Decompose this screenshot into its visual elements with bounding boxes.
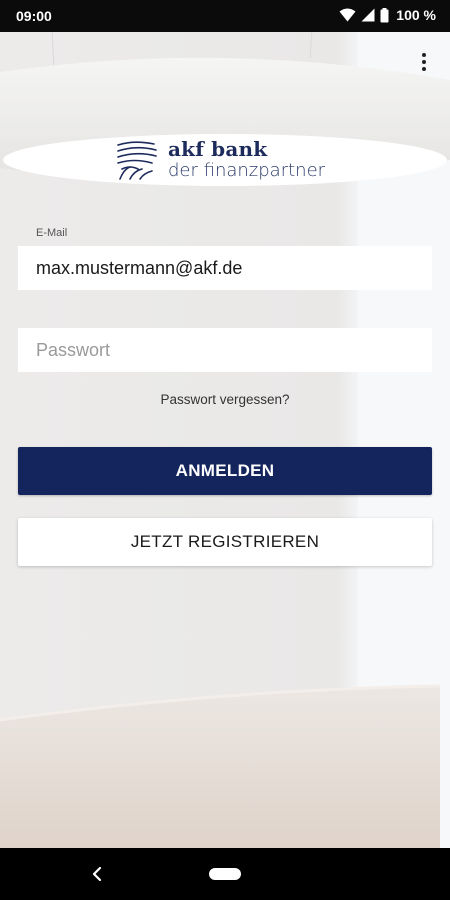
password-field[interactable] [18, 328, 432, 372]
email-field-container [18, 246, 432, 290]
register-button[interactable]: JETZT REGISTRIEREN [18, 518, 432, 566]
akf-bank-logo: akf bank der finanzpartner [116, 136, 325, 186]
logo-name: akf bank [168, 137, 268, 161]
menu-dot [422, 60, 426, 64]
battery-percentage: 100 % [396, 7, 436, 23]
logo-wordmark: akf bank der finanzpartner [168, 136, 325, 180]
forgot-password-link[interactable]: Passwort vergessen? [0, 392, 450, 407]
email-label: E-Mail [36, 227, 68, 239]
navigation-bar [0, 848, 450, 900]
status-bar: 09:00 100 % [0, 0, 450, 32]
back-icon[interactable] [88, 864, 108, 884]
akf-logo-mark-icon [117, 141, 157, 180]
cell-signal-icon [361, 8, 375, 22]
login-button[interactable]: ANMELDEN [18, 447, 432, 495]
status-time: 09:00 [16, 8, 52, 24]
home-pill-icon[interactable] [209, 868, 241, 880]
login-screen: 09:00 100 % akf bank der finanzpartner E… [0, 0, 450, 900]
battery-icon [380, 7, 389, 22]
status-icons: 100 % [339, 7, 436, 23]
menu-dot [422, 67, 426, 71]
email-field[interactable] [18, 246, 432, 290]
wifi-icon [339, 8, 356, 22]
password-field-container [18, 328, 432, 372]
menu-dot [422, 53, 426, 57]
logo-tagline: der finanzpartner [168, 160, 326, 181]
more-vert-icon[interactable] [412, 48, 436, 76]
